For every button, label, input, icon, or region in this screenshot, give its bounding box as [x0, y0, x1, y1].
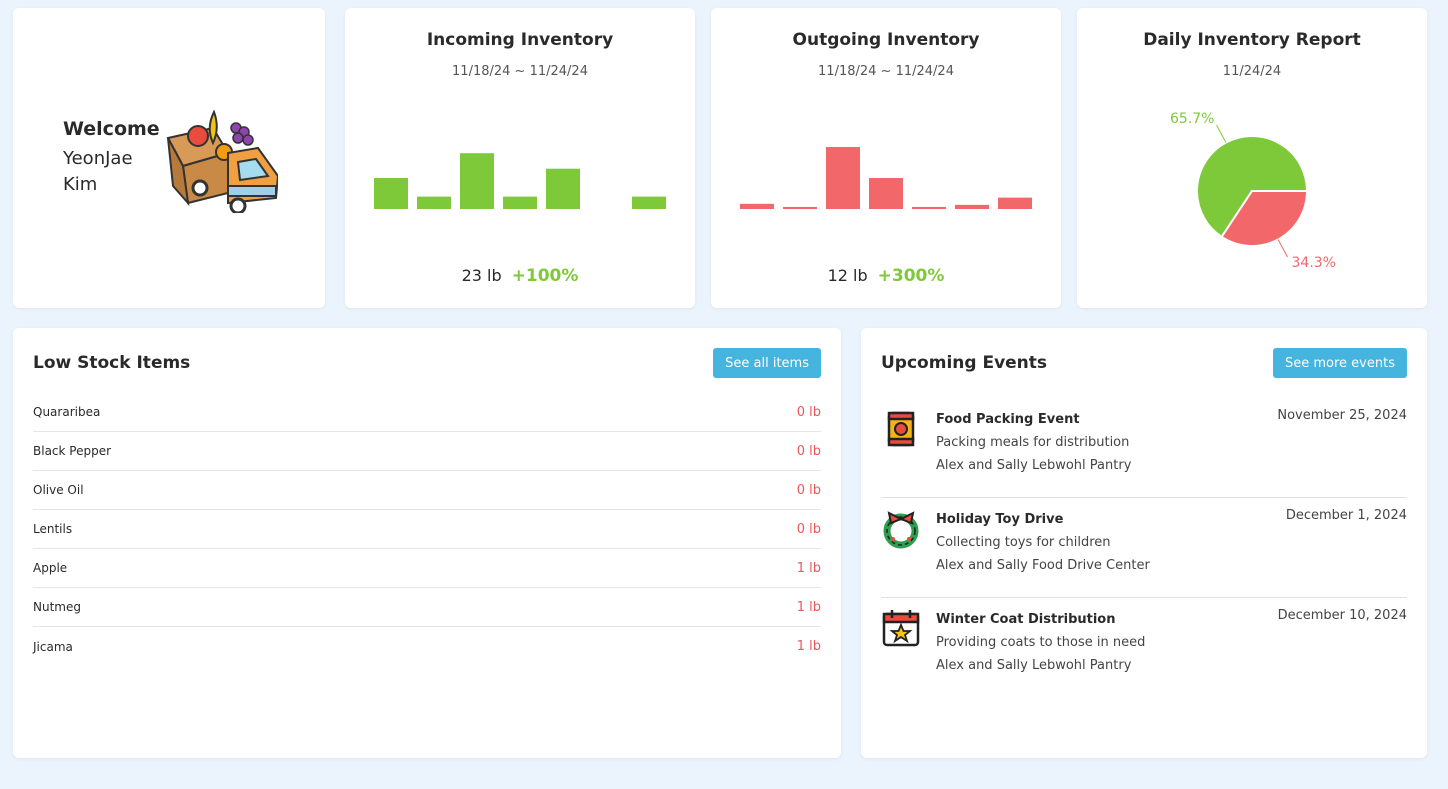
see-all-items-button[interactable]: See all items	[713, 348, 821, 378]
outgoing-bar	[783, 206, 817, 209]
outgoing-total: 12 lb	[827, 266, 868, 285]
event-location: Alex and Sally Lebwohl Pantry	[936, 458, 1132, 473]
can-icon	[887, 411, 915, 447]
calendar-star-icon	[882, 610, 920, 647]
low-stock-row: Lentils 0 lb	[33, 510, 821, 549]
item-qty: 0 lb	[796, 404, 821, 420]
welcome-card: Welcome YeonJae Kim	[13, 8, 325, 308]
event-date: December 1, 2024	[1285, 508, 1407, 523]
incoming-bar	[546, 168, 580, 209]
item-name: Apple	[33, 561, 68, 575]
outgoing-inventory-card: Outgoing Inventory 11/18/24 ~ 11/24/24 1…	[711, 8, 1061, 308]
daily-report-card: Daily Inventory Report 11/24/24 65.7% 34.…	[1077, 8, 1427, 308]
outgoing-bar-chart	[740, 147, 1032, 209]
event-description: Providing coats to those in need	[936, 635, 1146, 650]
low-stock-list: Quararibea 0 lb Black Pepper 0 lb Olive Oil 0…	[33, 393, 821, 666]
low-stock-row: Olive Oil 0 lb	[33, 471, 821, 510]
outgoing-bar	[740, 203, 774, 209]
events-title: Upcoming Events	[881, 353, 1048, 373]
outgoing-bar	[869, 178, 903, 209]
item-qty: 0 lb	[796, 521, 821, 537]
item-name: Lentils	[33, 522, 73, 536]
event-name: Food Packing Event	[936, 412, 1080, 427]
event-item[interactable]: Holiday Toy Drive Collecting toys for chi…	[881, 498, 1407, 598]
low-stock-card: Low Stock Items See all items Quararibea…	[13, 328, 841, 758]
item-qty: 1 lb	[796, 560, 821, 576]
item-name: Quararibea	[33, 405, 101, 419]
item-qty: 0 lb	[796, 482, 821, 498]
low-stock-title: Low Stock Items	[33, 353, 191, 373]
outgoing-bar	[912, 206, 946, 209]
event-body: Holiday Toy Drive Collecting toys for chi…	[936, 508, 1150, 577]
outgoing-bar	[998, 197, 1032, 209]
low-stock-row: Quararibea 0 lb	[33, 393, 821, 432]
event-location: Alex and Sally Food Drive Center	[936, 558, 1150, 573]
event-location: Alex and Sally Lebwohl Pantry	[936, 658, 1132, 673]
incoming-bar	[632, 196, 666, 209]
item-qty: 0 lb	[796, 443, 821, 459]
incoming-bar	[374, 178, 408, 209]
see-more-events-button[interactable]: See more events	[1273, 348, 1407, 378]
event-item[interactable]: Winter Coat Distribution Providing coats …	[881, 598, 1407, 698]
low-stock-row: Apple 1 lb	[33, 549, 821, 588]
pie-label: 65.7%	[1170, 111, 1214, 127]
event-date: November 25, 2024	[1277, 408, 1407, 423]
incoming-inventory-card: Incoming Inventory 11/18/24 ~ 11/24/24 2…	[345, 8, 695, 308]
low-stock-row: Jicama 1 lb	[33, 627, 821, 666]
outgoing-bar	[826, 147, 860, 209]
welcome-title: Welcome	[63, 118, 160, 140]
event-description: Collecting toys for children	[936, 535, 1111, 550]
low-stock-row: Black Pepper 0 lb	[33, 432, 821, 471]
event-item[interactable]: Food Packing Event Packing meals for dist…	[881, 398, 1407, 498]
event-date: December 10, 2024	[1277, 608, 1407, 623]
item-name: Jicama	[33, 639, 73, 654]
incoming-bar	[417, 196, 451, 209]
item-name: Nutmeg	[33, 600, 81, 614]
event-name: Winter Coat Distribution	[936, 612, 1116, 627]
item-name: Black Pepper	[33, 444, 112, 458]
event-body: Food Packing Event Packing meals for dist…	[936, 408, 1131, 477]
welcome-text: Welcome YeonJae Kim	[63, 118, 160, 198]
event-name: Holiday Toy Drive	[936, 512, 1064, 527]
outgoing-change: +300%	[877, 266, 945, 286]
outgoing-bar	[955, 204, 989, 209]
event-description: Packing meals for distribution	[936, 435, 1130, 450]
report-pie-chart: 65.7% 34.3%	[1170, 111, 1336, 271]
incoming-summary: 23 lb +100%	[345, 266, 695, 286]
incoming-change: +100%	[511, 266, 579, 286]
pie-leader-line	[1277, 239, 1288, 258]
item-qty: 1 lb	[796, 599, 821, 615]
upcoming-events-card: Upcoming Events See more events Food Pac…	[861, 328, 1427, 758]
incoming-bar	[503, 196, 537, 209]
wreath-icon	[883, 511, 919, 549]
incoming-bar-chart	[374, 153, 666, 209]
event-body: Winter Coat Distribution Providing coats …	[936, 608, 1145, 677]
low-stock-row: Nutmeg 1 lb	[33, 588, 821, 627]
incoming-total: 23 lb	[461, 266, 502, 285]
item-name: Olive Oil	[33, 483, 84, 497]
outgoing-summary: 12 lb +300%	[711, 266, 1061, 286]
pie-leader-line	[1216, 124, 1227, 143]
events-list: Food Packing Event Packing meals for dist…	[881, 398, 1407, 698]
user-name: YeonJae Kim	[63, 148, 133, 195]
pie-label: 34.3%	[1292, 255, 1336, 271]
incoming-bar	[460, 153, 494, 209]
item-qty: 1 lb	[796, 639, 821, 654]
food-box-truck-illustration	[166, 109, 278, 213]
